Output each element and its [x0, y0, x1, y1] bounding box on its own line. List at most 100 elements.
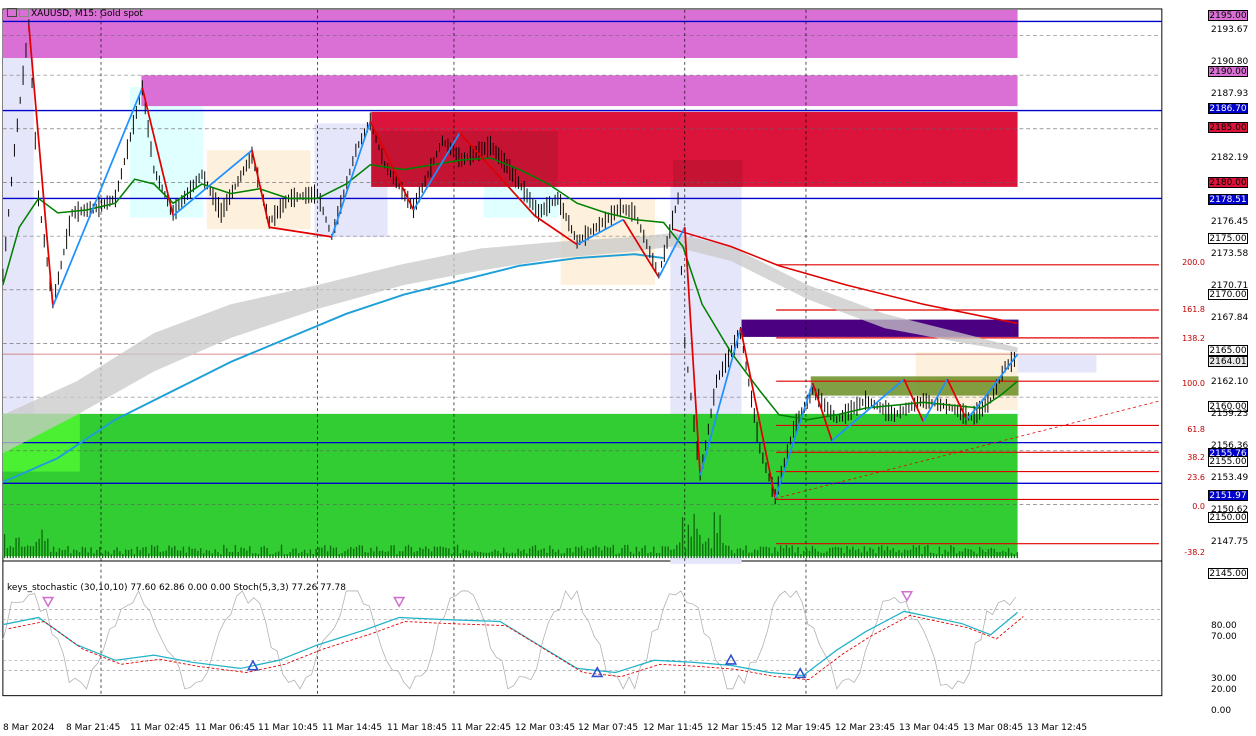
price-label: 2193.67 [1211, 24, 1249, 35]
volume-bar [754, 549, 756, 559]
volume-bar [246, 550, 248, 559]
price-chart[interactable] [0, 0, 1208, 720]
volume-bar [182, 546, 185, 559]
volume-bar [719, 514, 721, 559]
volume-bar [90, 547, 92, 559]
volume-bar [384, 551, 387, 559]
fib-label: 38.2 [1187, 453, 1205, 462]
volume-bar [165, 550, 167, 559]
volume-bar [690, 536, 692, 559]
volume-bar [627, 544, 629, 559]
volume-bar [961, 551, 964, 559]
volume-bar [494, 549, 496, 559]
volume-bar [932, 553, 935, 559]
volume-bar [257, 554, 260, 559]
fib-label: 138.2 [1182, 334, 1205, 343]
volume-bar [162, 551, 164, 559]
time-label: 11 Mar 10:45 [258, 723, 319, 733]
fib-label: 200.0 [1182, 258, 1205, 267]
volume-bar [831, 547, 834, 559]
volume-bar [973, 551, 975, 559]
volume-bar [667, 546, 669, 559]
stoch-level-label: 30.00 [1211, 674, 1237, 685]
volume-bar [272, 554, 274, 559]
time-label: 11 Mar 18:45 [387, 723, 448, 733]
volume-bar [693, 513, 695, 559]
volume-bar [621, 548, 623, 559]
volume-bar [906, 550, 909, 559]
price-label: 2190.00 [1208, 65, 1248, 77]
chart-menu-icon[interactable] [7, 8, 17, 17]
volume-bar [855, 550, 857, 559]
volume-bar [1005, 551, 1007, 559]
volume-bar [632, 553, 635, 559]
volume-bar [601, 550, 603, 559]
volume-bar [355, 546, 358, 559]
volume-bar [407, 544, 410, 559]
volume-bar [511, 552, 514, 559]
price-label: 2170.00 [1208, 289, 1248, 300]
volume-bar [857, 548, 860, 559]
volume-bar [168, 545, 170, 559]
volume-bar [650, 552, 652, 559]
volume-bar [837, 547, 840, 559]
volume-bar [531, 546, 534, 559]
volume-bar [580, 545, 583, 559]
volume-bar [228, 551, 231, 559]
volume-bar [122, 554, 124, 559]
volume-bar [341, 553, 343, 559]
volume-bar [938, 546, 941, 559]
volume-bar [321, 547, 323, 559]
volume-bar [725, 545, 727, 559]
volume-bar [179, 550, 182, 559]
volume-bar [745, 545, 747, 559]
volume-bar [361, 545, 363, 559]
volume-bar [113, 549, 115, 559]
volume-bar [350, 546, 352, 559]
price-label: 2151.97 [1208, 490, 1248, 502]
volume-bar [875, 553, 877, 559]
volume-bar [433, 546, 436, 559]
price-label: 2162.10 [1211, 377, 1249, 388]
demand-zone-green [2, 413, 1018, 557]
volume-bar [679, 542, 681, 559]
time-label: 12 Mar 19:45 [771, 723, 832, 733]
volume-bar [878, 546, 880, 559]
volume-bar [722, 542, 724, 559]
volume-bar [298, 553, 300, 559]
volume-bar [404, 546, 407, 559]
volume-bar [327, 551, 329, 559]
volume-bar [849, 549, 851, 559]
volume-bar [347, 549, 349, 559]
volume-bar [373, 551, 375, 559]
volume-bar [301, 551, 303, 559]
volume-bar [852, 546, 854, 559]
volume-bar [935, 554, 938, 559]
volume-bar [332, 547, 335, 559]
volume-bar [823, 552, 825, 559]
volume-bar [644, 545, 646, 559]
volume-bar [575, 546, 577, 559]
volume-bar [748, 552, 750, 559]
chart-window-icon[interactable] [19, 8, 29, 17]
price-label: 2182.19 [1211, 152, 1249, 163]
price-label: 2176.45 [1211, 217, 1249, 228]
volume-bar [292, 548, 294, 559]
volume-bar [249, 546, 251, 559]
volume-bar [145, 546, 147, 559]
volume-bar [820, 552, 822, 559]
volume-bar [537, 550, 539, 559]
buy-arrow-icon [591, 666, 604, 678]
volume-bar [618, 553, 620, 559]
time-label: 11 Mar 22:45 [451, 723, 512, 733]
volume-bar [482, 552, 485, 559]
price-label: 2185.00 [1208, 121, 1248, 133]
volume-bar [546, 552, 548, 559]
volume-bar [563, 553, 565, 559]
volume-bar [50, 551, 52, 559]
volume-bar [811, 545, 814, 559]
volume-bar [970, 549, 972, 559]
volume-bar [872, 549, 874, 559]
volume-bar [312, 553, 314, 559]
volume-bar [771, 553, 773, 559]
